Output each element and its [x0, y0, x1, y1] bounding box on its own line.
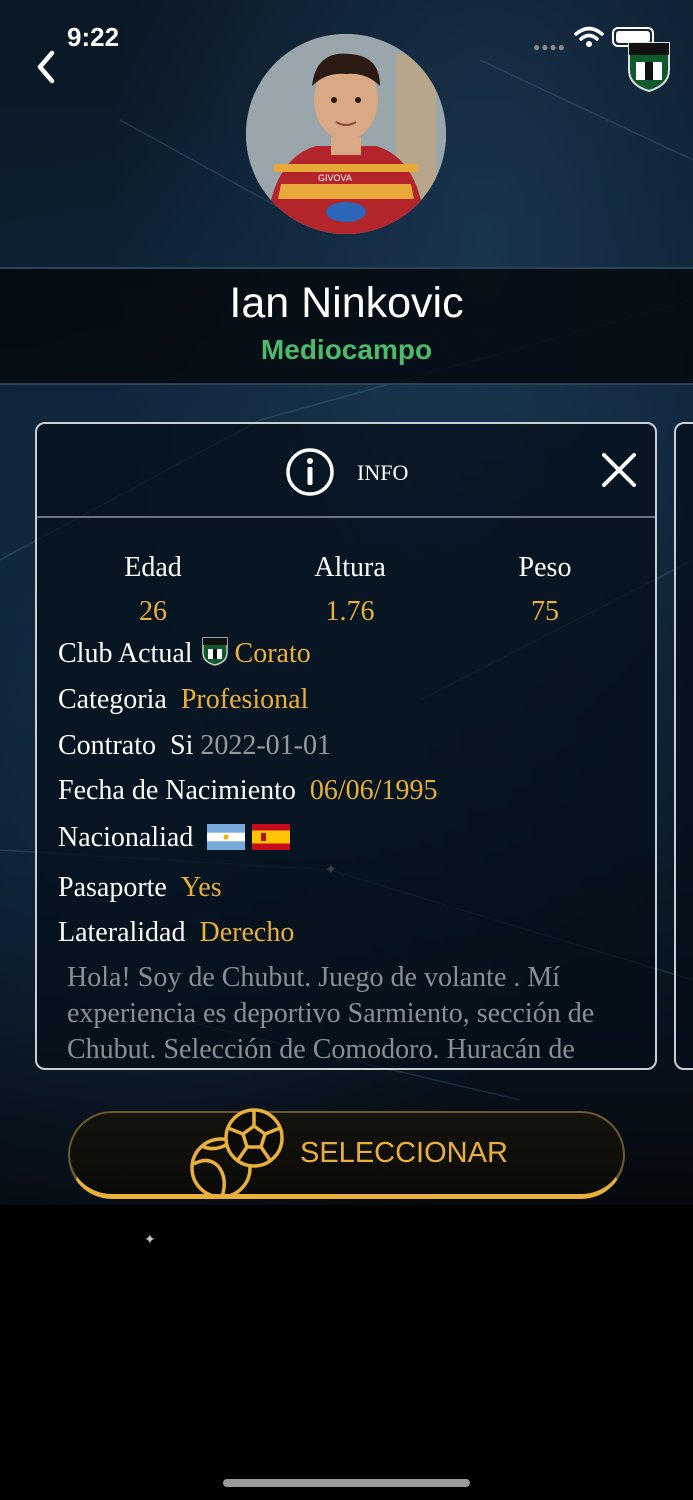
- wifi-icon: [574, 26, 604, 47]
- player-profile-screen: ✦ ✦ 9:22 ●●●● GIVOVA: [0, 0, 693, 1500]
- star-decoration: ✦: [144, 1231, 156, 1247]
- birth-label: Fecha de Nacimiento: [58, 775, 296, 806]
- info-card: INFO Edad Altura Peso 26 1.76 75 Club Ac…: [35, 422, 657, 1070]
- contract-row: Contrato Si 2022-01-01: [58, 730, 331, 762]
- argentina-flag: [207, 824, 246, 850]
- laterality-value: Derecho: [199, 917, 295, 948]
- select-button-label: SELECCIONAR: [300, 1137, 508, 1169]
- club-value: Corato: [234, 638, 311, 669]
- club-badge-icon: [201, 637, 228, 666]
- laterality-row: Lateralidad Derecho: [58, 917, 294, 949]
- laterality-label: Lateralidad: [58, 917, 186, 948]
- stat-value-age: 26: [139, 596, 167, 627]
- stat-label-age: Edad: [124, 552, 182, 583]
- category-value: Profesional: [180, 684, 309, 715]
- birth-value: 06/06/1995: [309, 775, 438, 806]
- nationality-label: Nacionaliad: [58, 822, 194, 853]
- contract-date: 2022-01-01: [200, 730, 332, 761]
- stat-label-height: Altura: [314, 552, 386, 583]
- next-info-card[interactable]: [674, 422, 693, 1070]
- category-label: Categoria: [58, 684, 167, 715]
- player-avatar: GIVOVA: [246, 34, 446, 234]
- spain-flag: [252, 824, 291, 850]
- cellular-signal-icon: ●●●●: [533, 40, 566, 54]
- passport-row: Pasaporte Yes: [58, 872, 222, 904]
- birth-row: Fecha de Nacimiento 06/06/1995: [58, 775, 437, 807]
- info-circle-icon: [286, 448, 334, 496]
- player-position: Mediocampo: [260, 334, 433, 365]
- stat-value-weight: 75: [531, 596, 559, 627]
- back-button[interactable]: [30, 45, 70, 90]
- club-badge-icon[interactable]: [626, 40, 672, 92]
- close-icon: [602, 453, 636, 487]
- chevron-left-icon: [37, 50, 55, 84]
- club-label: Club Actual: [58, 638, 193, 669]
- stat-value-height: 1.76: [325, 596, 375, 627]
- player-photo: GIVOVA: [246, 34, 446, 234]
- info-card-header: INFO: [37, 424, 655, 518]
- player-bio: Hola! Soy de Chubut. Juego de volante . …: [67, 962, 595, 1065]
- globe-soccer-ball-icon: [190, 1108, 284, 1199]
- stat-label-weight: Peso: [518, 552, 572, 583]
- contract-label: Contrato: [58, 730, 156, 761]
- passport-value: Yes: [180, 872, 222, 903]
- info-card-title: INFO: [357, 460, 409, 485]
- passport-label: Pasaporte: [58, 872, 167, 903]
- home-indicator[interactable]: [223, 1479, 470, 1487]
- status-time: 9:22: [67, 22, 120, 52]
- close-button[interactable]: [599, 450, 639, 490]
- club-row: Club Actual Corato: [58, 636, 311, 670]
- contract-value: Si: [170, 730, 194, 761]
- jersey-sponsor-text: GIVOVA: [318, 173, 352, 183]
- nationality-row: Nacionaliad: [58, 822, 291, 854]
- player-name: Ian Ninkovic: [229, 279, 464, 327]
- category-row: Categoria Profesional: [58, 684, 308, 716]
